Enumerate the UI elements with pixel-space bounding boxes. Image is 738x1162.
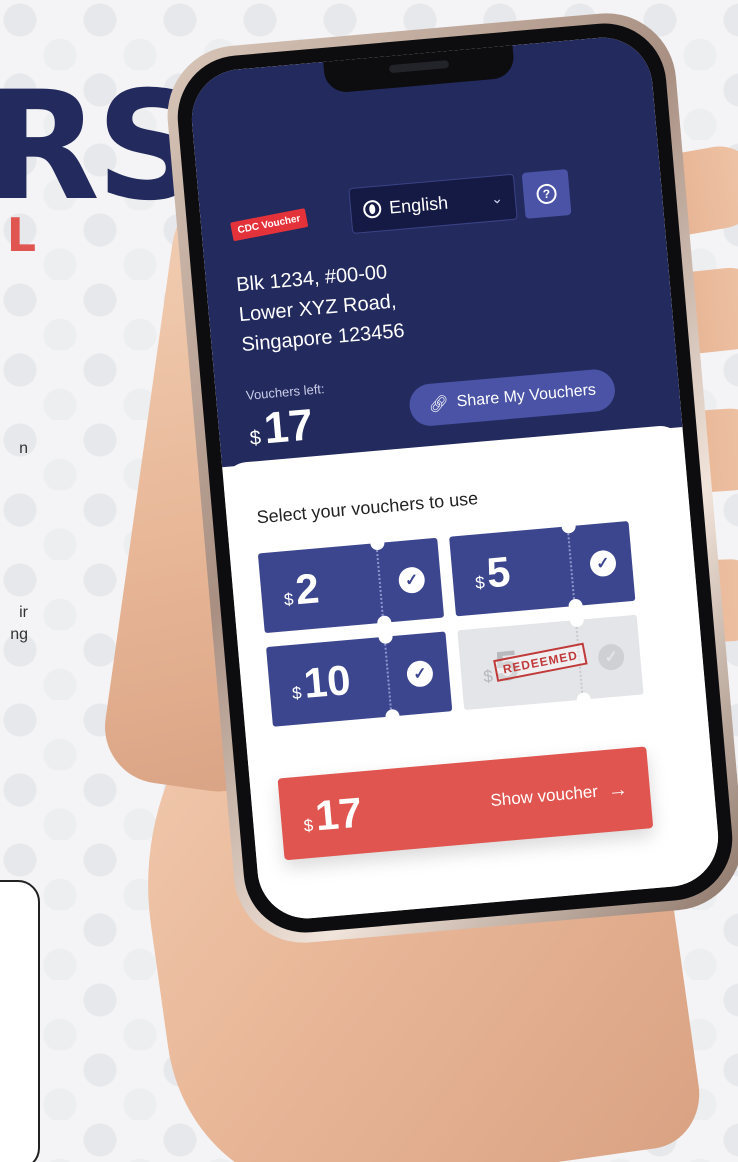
phone: CDC Voucher English ⌄ ? Blk 1234, #00-00… <box>161 7 738 949</box>
voucher-amount: $ 2 <box>259 564 321 617</box>
help-icon: ? <box>535 183 558 205</box>
share-vouchers-button[interactable]: 🔗︎ Share My Vouchers <box>407 367 617 428</box>
voucher-card[interactable]: $ 10 ✓ <box>266 629 453 727</box>
language-select-value: English <box>388 192 449 218</box>
check-icon[interactable]: ✓ <box>397 566 426 595</box>
ticket-notch <box>369 535 385 551</box>
speaker-grille <box>388 59 450 74</box>
voucher-amount: $ 10 <box>267 656 352 711</box>
show-voucher-label: Show voucher <box>489 781 599 811</box>
ticket-notch <box>568 598 584 614</box>
check-icon[interactable]: ✓ <box>405 659 435 688</box>
check-icon[interactable]: ✓ <box>588 549 618 578</box>
help-button[interactable]: ? <box>521 169 572 219</box>
ticket-notch <box>377 629 394 645</box>
share-vouchers-label: Share My Vouchers <box>455 381 597 411</box>
perforation <box>566 526 576 607</box>
currency-symbol: $ <box>283 589 295 610</box>
total-amount: $ 17 <box>301 788 364 841</box>
background-card <box>0 880 40 1162</box>
ticket-notch <box>384 708 401 724</box>
voucher-value: 5 <box>484 547 513 597</box>
ticket-notch <box>561 518 577 534</box>
panel-title: Select your vouchers to use <box>255 488 479 528</box>
voucher-amount: $ 5 <box>450 548 512 601</box>
total-value: 17 <box>313 788 364 840</box>
ticket-notch <box>576 692 592 708</box>
voucher-value: 10 <box>301 655 353 707</box>
background-text-2: ir <box>19 604 28 621</box>
currency-symbol: $ <box>248 426 262 450</box>
perforation <box>375 543 385 623</box>
voucher-value: 2 <box>293 564 321 614</box>
show-voucher-button[interactable]: $ 17 Show voucher → <box>277 746 654 861</box>
voucher-card[interactable]: $ 2 ✓ <box>257 535 445 634</box>
ticket-notch <box>569 612 585 628</box>
address: Blk 1234, #00-00 Lower XYZ Road, Singapo… <box>235 249 492 360</box>
voucher-grid: $ 2 ✓ $ 5 ✓ $ 10 ✓ $ 5 ✓ REDEEMED <box>257 518 644 727</box>
currency-symbol: $ <box>482 666 494 687</box>
vouchers-left-amount: $ 17 <box>247 400 315 455</box>
phone-screen: CDC Voucher English ⌄ ? Blk 1234, #00-00… <box>187 33 723 923</box>
perforation <box>383 636 393 717</box>
chevron-down-icon: ⌄ <box>490 189 504 207</box>
app-header: CDC Voucher English ⌄ ? Blk 1234, #00-00… <box>187 33 683 468</box>
vouchers-left-label: Vouchers left: <box>245 381 326 403</box>
link-icon: 🔗︎ <box>427 395 450 414</box>
voucher-card-redeemed: $ 5 ✓ REDEEMED <box>457 612 644 711</box>
arrow-right-icon: → <box>606 777 629 802</box>
cdc-voucher-logo: CDC Voucher <box>230 208 309 242</box>
language-select[interactable]: English ⌄ <box>348 173 518 235</box>
background-subtitle: L <box>6 208 36 262</box>
vouchers-left-value: 17 <box>261 400 316 454</box>
background-text-3: ng <box>10 626 28 643</box>
currency-symbol: $ <box>291 683 303 703</box>
background-text-1: n <box>19 440 28 457</box>
ticket-notch <box>376 615 392 631</box>
check-icon: ✓ <box>597 642 626 672</box>
currency-symbol: $ <box>474 572 486 593</box>
currency-symbol: $ <box>302 815 315 836</box>
voucher-selection-panel: Select your vouchers to use $ 2 ✓ $ 5 ✓ … <box>221 423 723 923</box>
globe-icon <box>362 199 383 219</box>
voucher-card[interactable]: $ 5 ✓ <box>449 518 636 617</box>
